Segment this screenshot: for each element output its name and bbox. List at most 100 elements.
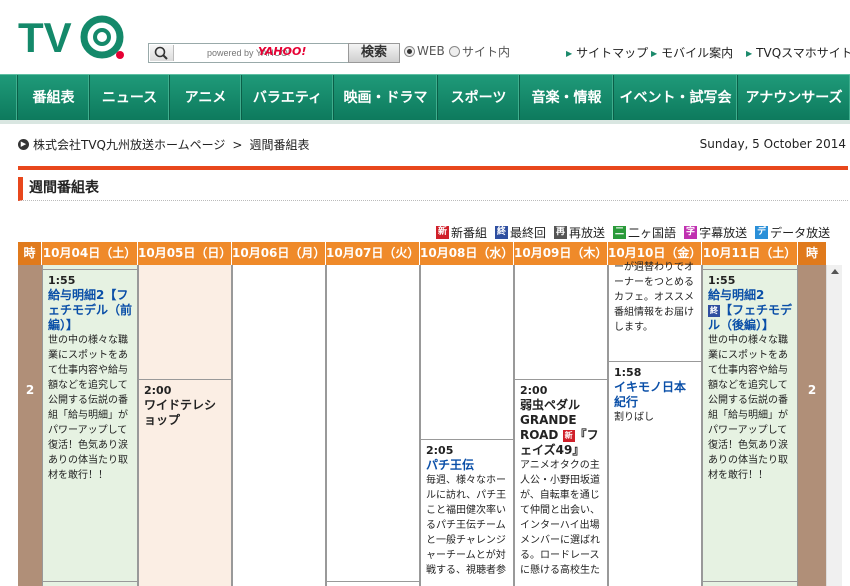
time-column-right: 2 — [798, 265, 826, 586]
triangle-right-icon: ▶ — [651, 49, 658, 58]
legend-new-label: 新番組 — [451, 226, 488, 240]
nav-item-news[interactable]: ニュース — [90, 75, 170, 121]
final-badge-icon: 終 — [708, 305, 720, 317]
time-column-left: 2 — [18, 265, 42, 586]
link-smartphone-label: TVQスマホサイト — [756, 46, 850, 60]
radio-selected-icon — [404, 45, 415, 57]
nav-item-movie-drama[interactable]: 映画・ドラマ — [334, 75, 438, 121]
final-badge-icon: 終 — [495, 226, 509, 239]
program-time: 2:00 — [144, 384, 172, 397]
legend: 新新番組 終最終回 再再放送 二二ヶ国語 字字幕放送 デデータ放送 — [436, 224, 830, 241]
search-button[interactable]: 検索 — [348, 43, 400, 63]
tvq-logo[interactable]: TV — [18, 6, 128, 62]
nav-item-sports[interactable]: スポーツ — [438, 75, 520, 121]
program-title[interactable]: 給与明細2【フェチモデル（前編）】 — [48, 288, 132, 333]
nav-item-music-info[interactable]: 音楽・情報 — [520, 75, 614, 121]
program-cell — [703, 581, 797, 586]
program-cell[interactable]: ーが週替わりでオーナーをつとめるカフェ。オススメ番組情報をお届けします。 — [609, 257, 701, 361]
program-time: 1:55 — [48, 274, 76, 287]
link-sitemap[interactable]: ▶ サイトマップ — [566, 44, 648, 61]
program-time: 2:00 — [520, 384, 548, 397]
day-column-sat: 1:55 給与明細2【フェチモデル（前編）】 世の中の様々な職業にスポットをあて… — [42, 265, 138, 586]
scope-site-radio[interactable]: サイト内 — [449, 43, 510, 59]
program-cell — [43, 581, 137, 586]
program-title[interactable]: 弱虫ペダル GRANDE ROAD 新『フェイズ49』 — [520, 398, 602, 458]
time-header-right: 時 — [798, 242, 826, 265]
nav-item-events[interactable]: イベント・試写会 — [614, 75, 738, 121]
program-cell — [327, 581, 419, 586]
program-description: 割りばし — [614, 412, 654, 423]
program-cell[interactable]: 1:55 給与明細2 終【フェチモデル（後編）】 世の中の様々な職業にスポットを… — [703, 269, 797, 581]
program-description: 世の中の様々な職業にスポットをあて仕事内容や給与額などを追究して公開する伝説の番… — [48, 335, 128, 481]
program-title[interactable]: 給与明細2 終【フェチモデル（後編）】 — [708, 288, 792, 333]
day-column-sun: 2:00 ワイドテレショップ — [138, 265, 232, 586]
search-input[interactable] — [177, 45, 347, 61]
breadcrumb-home[interactable]: 株式会社TVQ九州放送ホームページ — [33, 136, 225, 153]
divider-bar — [18, 166, 848, 170]
hour-label: 2 — [25, 383, 35, 397]
program-title[interactable]: ワイドテレショップ — [144, 398, 226, 428]
program-cell[interactable]: 1:55 給与明細2【フェチモデル（前編）】 世の中の様々な職業にスポットをあて… — [43, 269, 137, 581]
legend-data-label: データ放送 — [770, 226, 831, 240]
nav-item-announcers[interactable]: アナウンサーズ — [738, 75, 850, 121]
day-header-sat2: 10月11日（土） — [702, 242, 798, 265]
triangle-right-icon: ▶ — [746, 49, 753, 58]
scope-web-label: WEB — [417, 44, 445, 58]
search-icon[interactable] — [150, 45, 174, 61]
day-header-tue: 10月07日（火） — [326, 242, 420, 265]
vertical-scrollbar[interactable] — [826, 265, 842, 586]
day-header-sat: 10月04日（土） — [42, 242, 138, 265]
subtitle-badge-icon: 字 — [684, 226, 698, 239]
program-time: 2:05 — [426, 444, 454, 457]
new-badge-icon: 新 — [562, 430, 575, 442]
nav-item-schedule[interactable]: 番組表 — [18, 75, 90, 121]
rerun-badge-icon: 再 — [554, 226, 568, 239]
triangle-right-icon: ▶ — [566, 49, 573, 58]
link-smartphone[interactable]: ▶ TVQスマホサイト — [746, 44, 850, 61]
program-title[interactable]: イキモノ日本紀行 — [614, 380, 696, 410]
day-column-tue — [326, 265, 420, 586]
breadcrumb: ▶ 株式会社TVQ九州放送ホームページ > 週間番組表 — [18, 136, 309, 153]
program-title-part1: 給与明細2 — [708, 288, 765, 302]
scope-web-radio[interactable]: WEB — [404, 43, 445, 59]
nav-item-anime[interactable]: アニメ — [170, 75, 242, 121]
day-header-mon: 10月06日（月） — [232, 242, 326, 265]
legend-data: デデータ放送 — [755, 224, 830, 241]
day-header-thu: 10月09日（木） — [514, 242, 608, 265]
day-column-mon — [232, 265, 326, 586]
current-date: Sunday, 5 October 2014 — [699, 137, 846, 151]
scroll-up-icon[interactable] — [831, 269, 839, 274]
bilingual-badge-icon: 二 — [613, 226, 627, 239]
schedule-grid: 時 10月04日（土） 10月05日（日） 10月06日（月） 10月07日（火… — [18, 242, 826, 586]
program-time: 1:58 — [614, 366, 642, 379]
program-description: 毎週、様々なホールに訪れ、パチ王こと福田健次率いるパチ王伝チームと一般チャレンジ… — [426, 475, 507, 576]
day-header-sun: 10月05日（日） — [138, 242, 232, 265]
nav-item-variety[interactable]: バラエティ — [242, 75, 334, 121]
nav-shadow — [0, 120, 850, 124]
svg-text:TV: TV — [18, 14, 72, 61]
program-description: 世の中の様々な職業にスポットをあて仕事内容や給与額などを追究して公開する伝説の番… — [708, 335, 788, 481]
program-description: ーが週替わりでオーナーをつとめるカフェ。オススメ番組情報をお届けします。 — [614, 262, 694, 333]
program-cell[interactable]: 2:00 ワイドテレショップ — [139, 379, 231, 586]
program-title[interactable]: パチ王伝 — [426, 458, 508, 473]
link-mobile[interactable]: ▶ モバイル案内 — [651, 44, 733, 61]
program-cell[interactable]: 2:00 弱虫ペダル GRANDE ROAD 新『フェイズ49』 アニメオタクの… — [515, 379, 607, 586]
legend-new: 新新番組 — [436, 224, 487, 241]
breadcrumb-current: 週間番組表 — [249, 138, 310, 152]
link-sitemap-label: サイトマップ — [576, 46, 649, 60]
scope-site-label: サイト内 — [462, 44, 511, 59]
main-nav: 番組表 ニュース アニメ バラエティ 映画・ドラマ スポーツ 音楽・情報 イベン… — [0, 74, 850, 121]
nav-spacer — [0, 75, 18, 121]
hour-label: 2 — [807, 383, 817, 397]
link-mobile-label: モバイル案内 — [661, 46, 734, 60]
program-cell[interactable]: 1:58 イキモノ日本紀行 割りばし — [609, 361, 701, 586]
day-header-wed: 10月08日（水） — [420, 242, 514, 265]
legend-subtitle: 字字幕放送 — [684, 224, 747, 241]
legend-rerun-label: 再放送 — [569, 226, 606, 240]
legend-subtitle-label: 字幕放送 — [699, 226, 748, 240]
legend-bilingual: 二二ヶ国語 — [613, 224, 676, 241]
program-cell[interactable]: 2:05 パチ王伝 毎週、様々なホールに訪れ、パチ王こと福田健次率いるパチ王伝チ… — [421, 439, 513, 586]
radio-unselected-icon — [449, 45, 460, 57]
circle-arrow-icon: ▶ — [18, 139, 29, 150]
program-time: 1:55 — [708, 274, 736, 287]
